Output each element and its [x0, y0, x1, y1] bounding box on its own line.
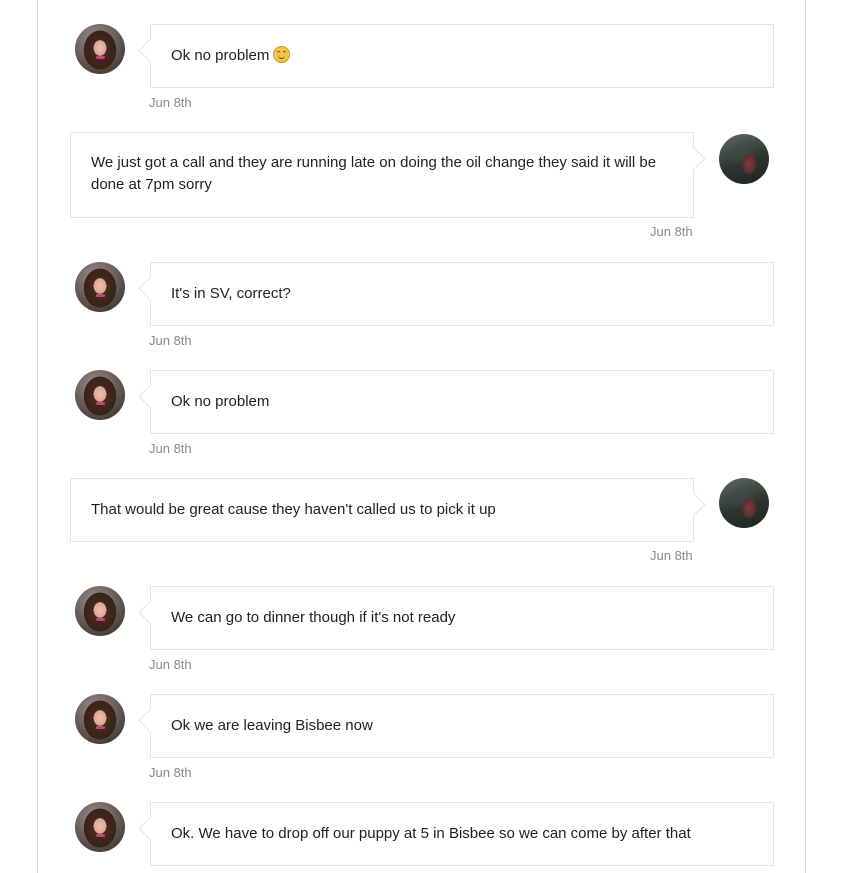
sender-avatar[interactable] [75, 694, 125, 744]
message-date: Jun 8th [149, 657, 192, 672]
message-bubble: Ok no problem [150, 370, 774, 434]
sender-avatar[interactable] [75, 802, 125, 852]
message-date: Jun 8th [149, 333, 192, 348]
message-date: Jun 8th [650, 224, 693, 239]
sender-avatar[interactable] [75, 24, 125, 74]
message-bubble: Ok. We have to drop off our puppy at 5 i… [150, 802, 774, 866]
message-text: We can go to dinner though if it's not r… [171, 609, 456, 626]
recipient-avatar[interactable] [719, 478, 769, 528]
message-bubble: We just got a call and they are running … [70, 132, 694, 218]
message-bubble: We can go to dinner though if it's not r… [150, 586, 774, 650]
message-text: Ok no problem [171, 393, 270, 410]
sender-avatar[interactable] [75, 586, 125, 636]
message-bubble: It's in SV, correct? [150, 262, 774, 326]
message-date: Jun 8th [149, 441, 192, 456]
message-text: It's in SV, correct? [171, 285, 291, 302]
message-date: Jun 8th [650, 548, 693, 563]
message-text: Ok no problem [171, 47, 270, 64]
message-text: That would be great cause they haven't c… [91, 501, 496, 518]
message-bubble: Ok we are leaving Bisbee now [150, 694, 774, 758]
message-text: Ok we are leaving Bisbee now [171, 717, 373, 734]
sender-avatar[interactable] [75, 370, 125, 420]
message-date: Jun 8th [149, 95, 192, 110]
sender-avatar[interactable] [75, 262, 125, 312]
message-bubble: That would be great cause they haven't c… [70, 478, 694, 542]
message-date: Jun 8th [149, 765, 192, 780]
message-text: We just got a call and they are running … [91, 154, 657, 193]
message-text: Ok. We have to drop off our puppy at 5 i… [171, 825, 691, 842]
smiling-face-emoji-icon [273, 46, 291, 63]
recipient-avatar[interactable] [719, 134, 769, 184]
message-bubble: Ok no problem [150, 24, 774, 88]
